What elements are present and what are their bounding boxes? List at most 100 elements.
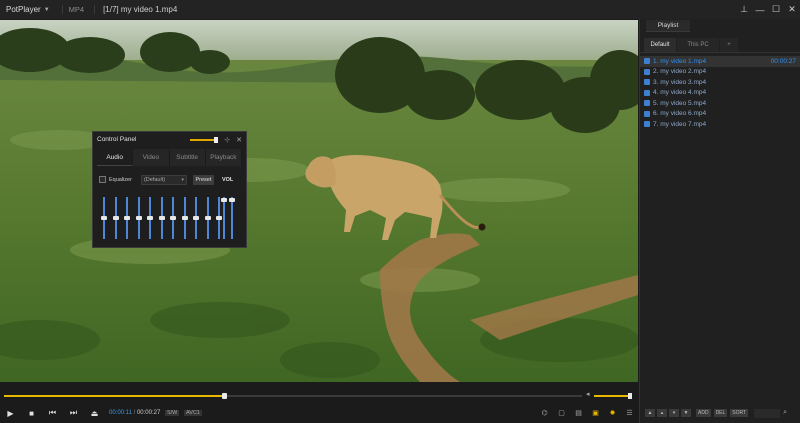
eq-band-slider-handle[interactable] [135,216,142,220]
window-controls: ⊥ — ☐ ✕ [736,0,800,19]
vol-channel-slider-handle[interactable] [221,198,227,203]
list-item[interactable]: 1. my video 1.mp4 00:00:27 [640,56,800,67]
seek-handle[interactable] [221,393,227,399]
search-icon[interactable]: ⌕ [783,409,787,417]
eq-band-slider-handle[interactable] [112,216,119,220]
list-item-label: 3. my video 3.mp4 [653,78,707,86]
chevron-down-icon: ▼ [43,6,50,13]
eq-band-slider[interactable] [147,197,153,239]
next-button[interactable]: ⏭ [63,408,84,418]
eq-band-slider-handle[interactable] [158,216,165,220]
tab-playback[interactable]: Playback [205,149,242,166]
video-file-icon [644,68,650,75]
vol-channel-slider-handle[interactable] [229,198,235,203]
vol-channel-slider[interactable] [229,197,235,239]
video-file-icon [644,100,650,107]
settings-icon[interactable]: ✹ [604,409,621,417]
capture-icon[interactable]: ▢ [553,409,570,417]
eq-band-slider-handle[interactable] [216,216,222,220]
move-top-button[interactable]: ▲ [645,409,655,417]
eq-band-slider-handle[interactable] [181,216,188,220]
list-item-label: 5. my video 5.mp4 [653,99,707,107]
close-button[interactable]: ✕ [784,4,800,15]
seek-bar[interactable] [4,393,582,399]
eject-button[interactable]: ⏏ [84,409,105,418]
play-button[interactable]: ▶ [0,409,21,418]
eq-band-slider-handle[interactable] [147,216,153,220]
app-menu-button[interactable]: PotPlayer ▼ [0,0,56,19]
move-bottom-button[interactable]: ▼ [681,409,691,417]
move-down-button[interactable]: ▾ [669,409,679,417]
right-controls: ⌬ ▢ ▤ ▣ ✹ ☰ [536,409,638,417]
move-up-button[interactable]: ▴ [657,409,667,417]
close-icon[interactable]: ✕ [236,136,242,144]
subtitle-icon[interactable]: ▤ [570,409,587,417]
eq-band-slider[interactable] [158,197,165,239]
eq-band-slider-handle[interactable] [124,216,130,220]
eq-band-slider[interactable] [181,197,188,239]
tab-default[interactable]: Default [644,38,676,52]
stop-button[interactable]: ■ [21,409,42,418]
sort-button[interactable]: SORT [730,409,749,417]
list-item[interactable]: 3. my video 3.mp4 [640,77,800,88]
video-frame[interactable]: Control Panel ⊹ ✕ Audio Video Subtitle P… [0,20,638,382]
list-item[interactable]: 2. my video 2.mp4 [640,67,800,78]
add-tab-button[interactable]: + [720,38,738,52]
seek-progress [4,395,224,397]
eq-band-slider-handle[interactable] [204,216,211,220]
tab-audio[interactable]: Audio [97,149,134,166]
menu-icon[interactable]: ☰ [621,409,638,417]
playlist-search-input[interactable] [754,408,781,418]
tab-video[interactable]: Video [133,149,170,166]
pin-icon[interactable]: ⊹ [224,136,230,144]
speaker-icon[interactable]: ◂ [586,390,590,398]
delete-button[interactable]: DEL [713,409,728,417]
eq-band-slider[interactable] [170,197,176,239]
tab-this-pc[interactable]: This PC [677,38,719,52]
volume-slider[interactable] [594,393,632,399]
pin-button[interactable]: ⊥ [736,4,752,15]
playlist-toggle-icon[interactable]: ▣ [587,409,604,417]
playlist-title[interactable]: Playlist [646,20,690,32]
list-item[interactable]: 5. my video 5.mp4 [640,98,800,109]
eq-band-slider[interactable] [193,197,199,239]
eq-band-slider-handle[interactable] [170,216,176,220]
video-file-icon [644,79,650,86]
eq-band-slider[interactable] [101,197,107,239]
tab-subtitle[interactable]: Subtitle [169,149,206,166]
video-file-icon [644,89,650,96]
minimize-button[interactable]: — [752,5,768,15]
equalizer-preset-select[interactable]: (Default) [140,174,187,185]
vr-icon[interactable]: ⌬ [536,409,553,417]
add-button[interactable]: ADD [696,409,711,417]
list-item[interactable]: 7. my video 7.mp4 [640,119,800,130]
playlist-panel: Playlist Default This PC + 1. my video 1… [639,19,800,423]
list-item-label: 4. my video 4.mp4 [653,89,707,97]
previous-button[interactable]: ⏮ [42,408,63,418]
equalizer-checkbox[interactable] [99,176,106,183]
maximize-button[interactable]: ☐ [768,4,784,15]
list-item[interactable]: 6. my video 6.mp4 [640,109,800,120]
eq-band-slider-handle[interactable] [101,216,107,220]
eq-band-slider[interactable] [124,197,130,239]
opacity-slider[interactable] [190,136,219,143]
volume-handle[interactable] [628,393,632,399]
eq-band-slider[interactable] [216,197,222,239]
playlist-header: Playlist [640,19,800,32]
preset-button[interactable]: Preset [192,174,214,185]
list-item-duration: 00:00:27 [770,57,796,65]
vol-label: VOL [221,176,234,183]
eq-band-slider[interactable] [112,197,119,239]
equalizer-sliders [99,193,241,243]
vol-channel-slider[interactable] [221,197,227,239]
eq-band-slider[interactable] [204,197,211,239]
list-item[interactable]: 4. my video 4.mp4 [640,88,800,99]
eq-band-slider[interactable] [135,197,142,239]
control-panel: Control Panel ⊹ ✕ Audio Video Subtitle P… [92,131,247,248]
playlist-tabs: Default This PC + [640,38,800,53]
eq-band-slider-handle[interactable] [193,216,199,220]
control-panel-tabs: Audio Video Subtitle Playback [97,149,242,166]
equalizer-label: Equalizer [109,176,132,183]
codec-tag: AVC1 [184,410,202,416]
time-display: 00:00:11 / 00:00:27 S/W AVC1 [109,410,202,416]
